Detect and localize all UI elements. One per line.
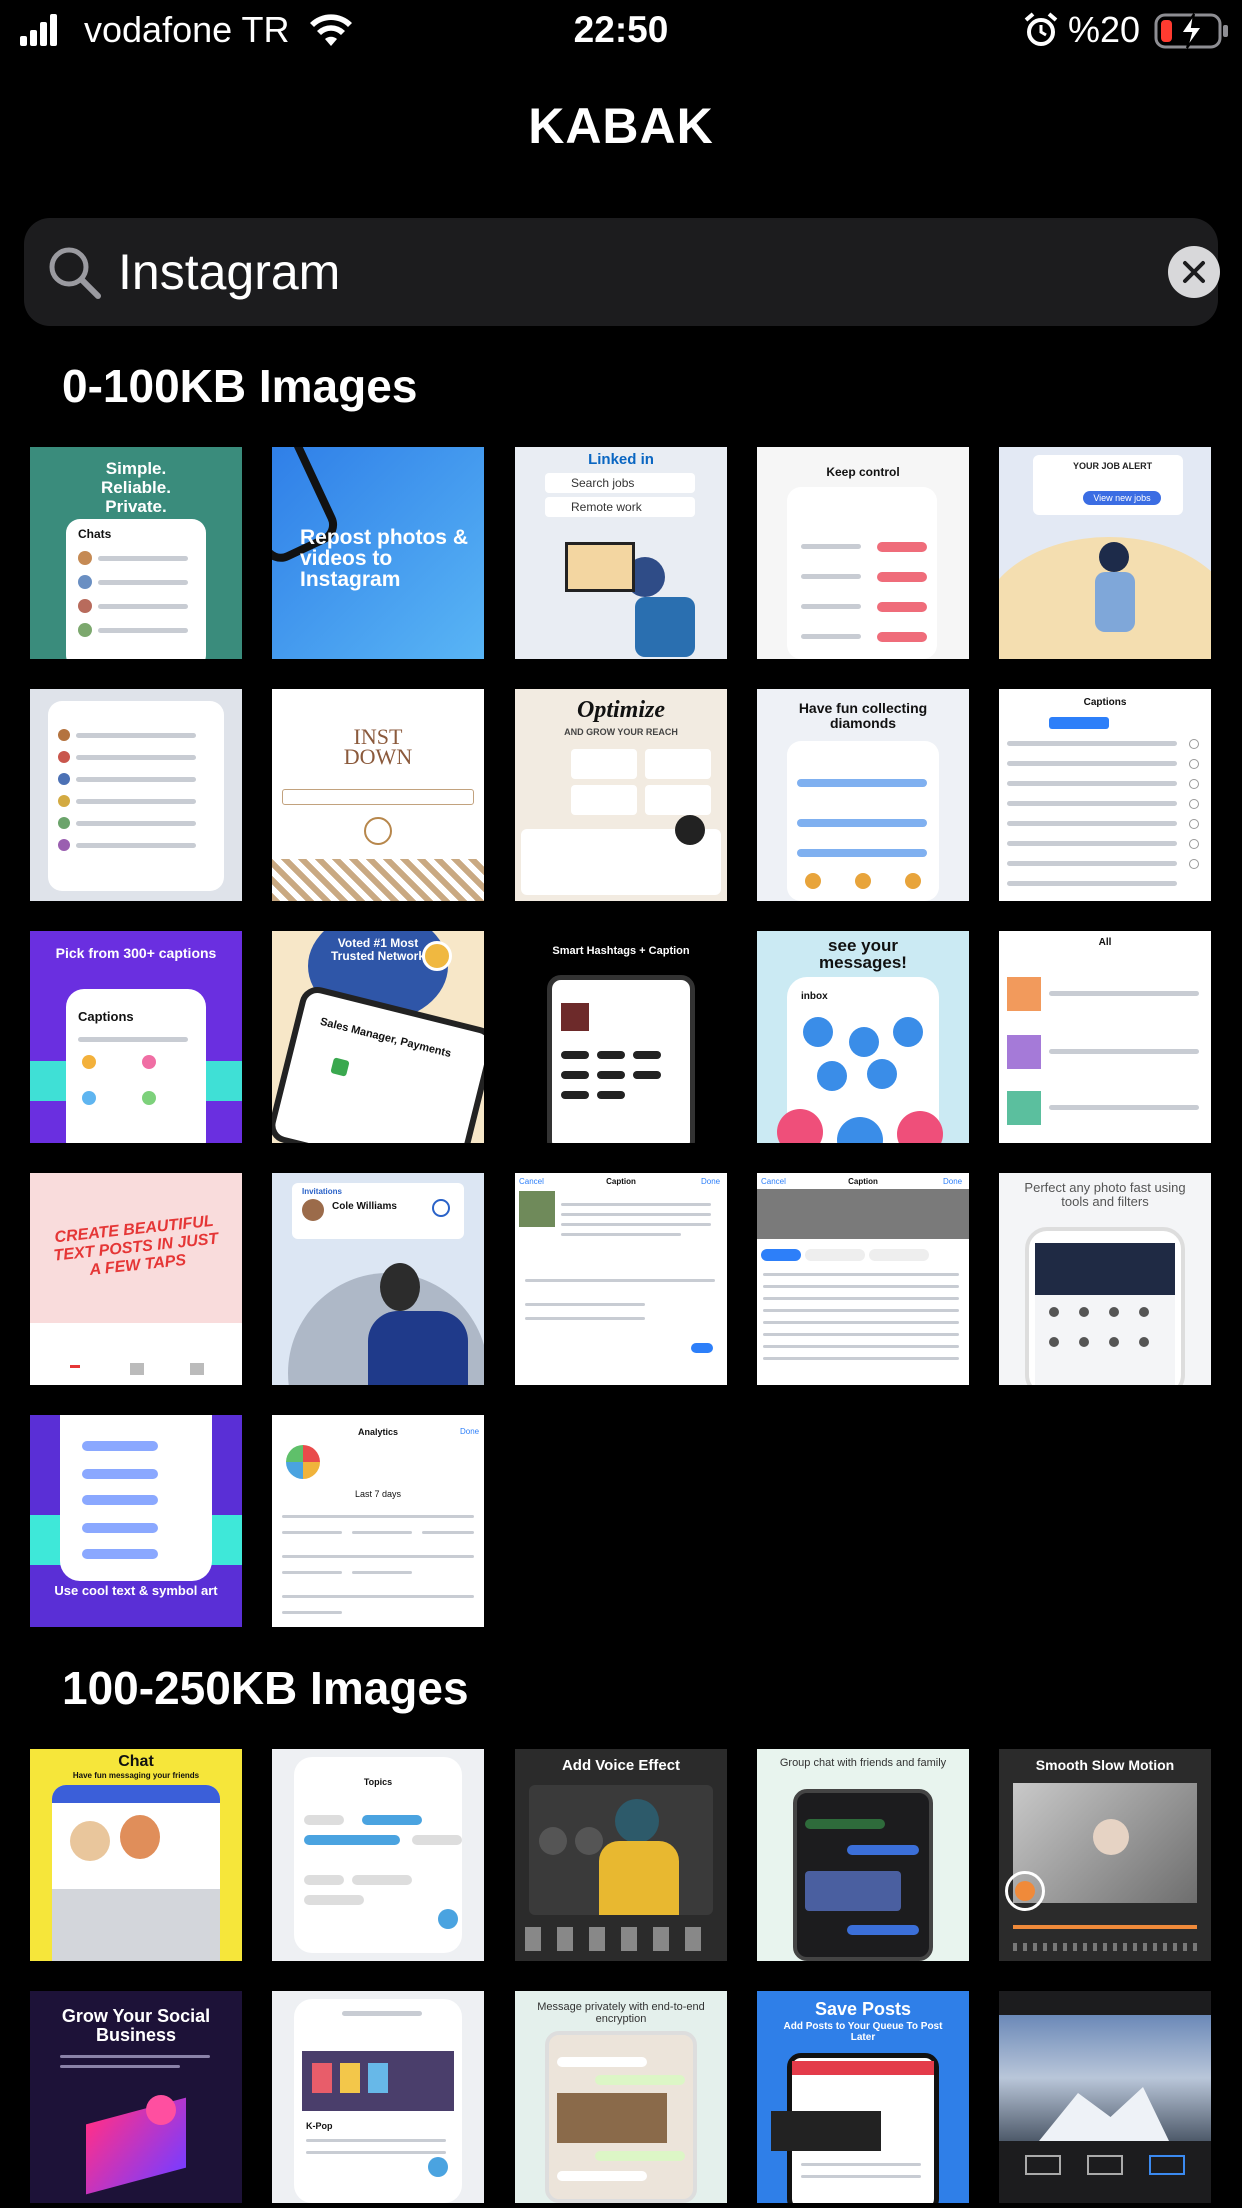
image-tile[interactable]: Have fun collecting diamonds xyxy=(757,689,969,901)
app-title: KABAK xyxy=(528,98,714,154)
image-tile[interactable]: Topics xyxy=(272,1749,484,1961)
image-tile[interactable]: Pick from 300+ captions Captions xyxy=(30,931,242,1143)
image-tile[interactable]: Group chat with friends and family xyxy=(757,1749,969,1961)
image-tile[interactable]: Smooth Slow Motion xyxy=(999,1749,1211,1961)
image-tile[interactable]: Keep control xyxy=(757,447,969,659)
image-tile[interactable]: Repost photos & videos to Instagram xyxy=(272,447,484,659)
image-tile[interactable]: Linked in Search jobs Remote work xyxy=(515,447,727,659)
image-tile[interactable]: see your messages! inbox xyxy=(757,931,969,1143)
search-input[interactable]: Instagram xyxy=(118,240,340,304)
search-bar[interactable]: Instagram xyxy=(24,218,1220,326)
image-tile[interactable]: Cancel Caption Done xyxy=(757,1173,969,1385)
image-tile[interactable]: Message privately with end-to-end encryp… xyxy=(515,1991,727,2203)
clear-icon xyxy=(1183,261,1205,283)
image-tile[interactable]: CREATE BEAUTIFUL TEXT POSTS IN JUST A FE… xyxy=(30,1173,242,1385)
clear-search-button[interactable] xyxy=(1168,246,1220,298)
image-tile[interactable]: Grow Your Social Business xyxy=(30,1991,242,2203)
image-tile[interactable]: Save Posts Add Posts to Your Queue To Po… xyxy=(757,1991,969,2203)
image-tile[interactable] xyxy=(999,1991,1211,2203)
image-tile[interactable]: Simple. Reliable. Private. Chats xyxy=(30,447,242,659)
image-tile[interactable]: YOUR JOB ALERT View new jobs xyxy=(999,447,1211,659)
battery-percent: %20 xyxy=(1068,9,1141,50)
image-tile[interactable]: INST DOWN xyxy=(272,689,484,901)
image-tile[interactable]: Voted #1 Most Trusted Network Sales Mana… xyxy=(272,931,484,1143)
battery-icon xyxy=(1154,13,1228,49)
image-tile[interactable]: Smart Hashtags + Caption xyxy=(515,931,727,1143)
image-tile[interactable]: K-Pop xyxy=(272,1991,484,2203)
image-tile[interactable]: Cancel Caption Done xyxy=(515,1173,727,1385)
search-icon xyxy=(49,247,101,299)
status-bar: vodafone TR 22:50 %20 xyxy=(0,0,1242,62)
section-title-small: 0-100KB Images xyxy=(62,360,418,412)
image-tile[interactable]: All xyxy=(999,931,1211,1143)
image-tile[interactable]: Analytics Done Last 7 days xyxy=(272,1415,484,1627)
image-tile[interactable]: Add Voice Effect xyxy=(515,1749,727,1961)
image-tile[interactable]: Captions xyxy=(999,689,1211,901)
image-tile[interactable]: Use cool text & symbol art xyxy=(30,1415,242,1627)
image-tile[interactable]: Invitations Cole Williams xyxy=(272,1173,484,1385)
image-tile[interactable]: Chat Have fun messaging your friends xyxy=(30,1749,242,1961)
section-title-medium: 100-250KB Images xyxy=(62,1662,469,1714)
image-tile[interactable]: Perfect any photo fast using tools and f… xyxy=(999,1173,1211,1385)
image-tile[interactable] xyxy=(30,689,242,901)
alarm-icon xyxy=(1024,12,1058,46)
image-tile[interactable]: Optimize AND GROW YOUR REACH xyxy=(515,689,727,901)
